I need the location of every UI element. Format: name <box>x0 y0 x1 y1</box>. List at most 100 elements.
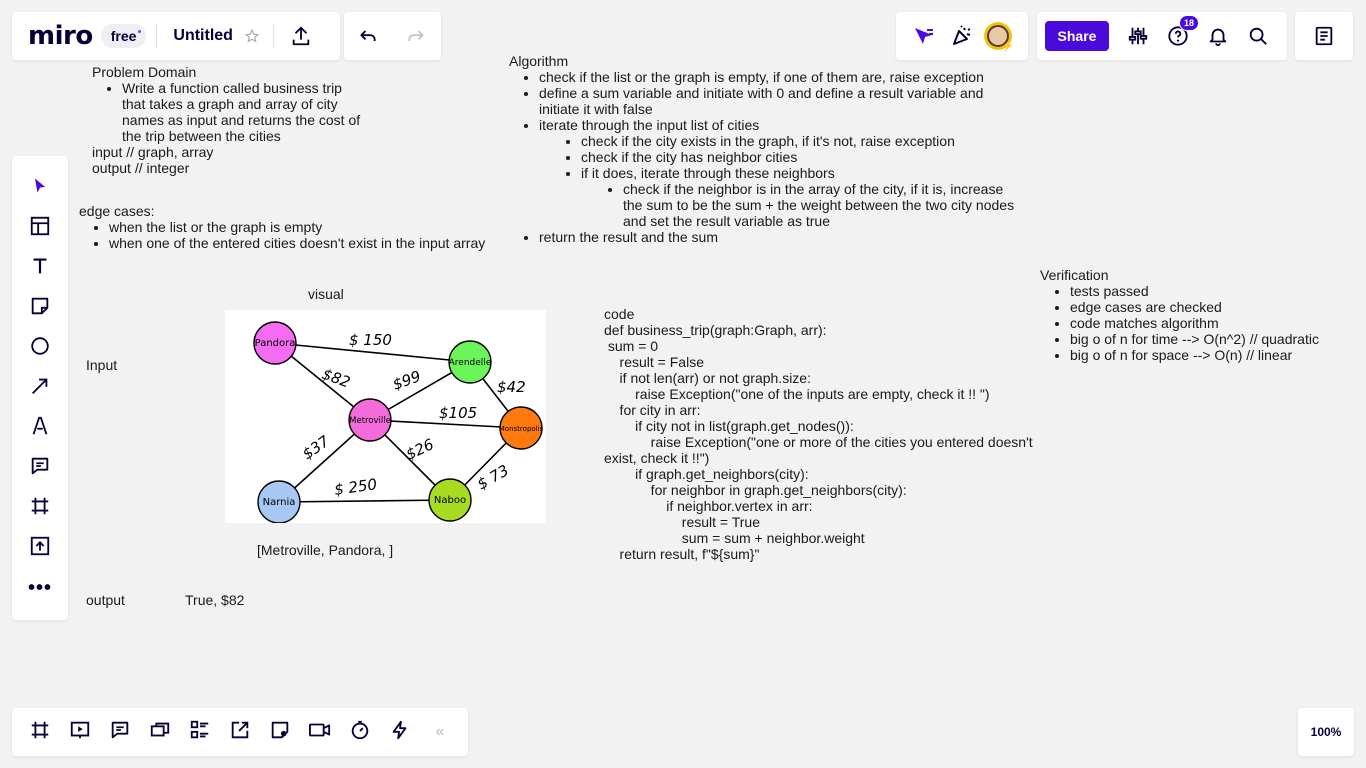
verification-list: tests passed edge cases are checked code… <box>1040 283 1350 363</box>
upload-icon[interactable] <box>290 25 312 47</box>
left-toolbar: ••• <box>12 156 68 620</box>
templates-tool[interactable] <box>20 208 60 248</box>
edge-cases-block[interactable]: edge cases: when the list or the graph i… <box>79 203 509 251</box>
code-line: result = True <box>604 514 760 530</box>
pen-tool[interactable] <box>20 408 60 448</box>
node-label: Naboo <box>434 495 466 506</box>
comment-icon <box>29 455 51 482</box>
template-icon <box>29 215 51 242</box>
undo-icon[interactable] <box>358 26 378 46</box>
board-title[interactable]: Untitled <box>173 27 233 45</box>
edge-label: $26 <box>403 435 437 463</box>
history-panel <box>344 12 441 60</box>
upload-box-icon <box>29 535 51 562</box>
code-line: sum = 0 <box>604 338 659 354</box>
redo-icon[interactable] <box>406 26 426 46</box>
settings-sliders-icon[interactable] <box>1127 25 1149 47</box>
verification-item: big o of n for time --> O(n^2) // quadra… <box>1070 331 1350 347</box>
verification-heading: Verification <box>1040 267 1109 283</box>
code-block[interactable]: code def business_trip(graph:Graph, arr)… <box>604 306 1044 562</box>
verification-item: code matches algorithm <box>1070 315 1350 331</box>
algorithm-block[interactable]: Algorithm check if the list or the graph… <box>509 53 1029 245</box>
share-link-button[interactable] <box>220 712 260 752</box>
pen-icon <box>29 415 51 442</box>
algorithm-step-text: iterate through the input list of cities <box>539 117 760 133</box>
verification-item: tests passed <box>1070 283 1350 299</box>
graph-drawing: $ 150 $82 $99 $42 $105 $37 $26 $ 250 $ 7… <box>253 321 544 524</box>
problem-domain-bullet: Write a function called business trip th… <box>122 80 362 144</box>
verification-item: big o of n for space --> O(n) // linear <box>1070 347 1350 363</box>
code-line: for city in arr: <box>604 402 701 418</box>
algorithm-step: check if the list or the graph is empty,… <box>539 69 1029 85</box>
visual-label[interactable]: visual <box>308 286 344 302</box>
miro-logo[interactable]: miro <box>28 21 93 51</box>
problem-input-line: input // graph, array <box>92 144 214 160</box>
connector-tool[interactable] <box>20 368 60 408</box>
problem-domain-list: Write a function called business trip th… <box>92 80 392 144</box>
comment-tool[interactable] <box>20 448 60 488</box>
edge-case-item: when the list or the graph is empty <box>109 219 509 235</box>
edge-label: $ 150 <box>349 331 392 349</box>
select-tool[interactable] <box>20 168 60 208</box>
sticky-note-tool[interactable] <box>20 288 60 328</box>
celebrate-icon[interactable] <box>950 24 974 48</box>
video-chat-button[interactable] <box>140 712 180 752</box>
edge-cases-list: when the list or the graph is empty when… <box>79 219 509 251</box>
external-link-icon <box>229 719 251 746</box>
frame-icon <box>29 495 51 522</box>
share-button[interactable]: Share <box>1045 21 1109 51</box>
follow-cursor-icon[interactable] <box>912 24 936 48</box>
presentation-button[interactable] <box>60 712 100 752</box>
comments-button[interactable] <box>100 712 140 752</box>
text-tool[interactable] <box>20 248 60 288</box>
algorithm-step: return the result and the sum <box>539 229 1029 245</box>
notification-count-badge: 18 <box>1179 15 1200 31</box>
plan-badge[interactable]: free <box>100 24 147 48</box>
more-tools[interactable]: ••• <box>20 568 60 608</box>
edge-case-item: when one of the entered cities doesn't e… <box>109 235 509 251</box>
collapse-toolbar-button[interactable]: « <box>420 712 460 752</box>
algorithm-subsubstep: check if the neighbor is in the array of… <box>623 181 1018 229</box>
algorithm-heading: Algorithm <box>509 53 569 69</box>
output-value[interactable]: True, $82 <box>185 592 244 608</box>
algorithm-sublist: check if the city exists in the graph, i… <box>539 133 1029 229</box>
user-avatar[interactable]: ⚡ <box>984 22 1014 52</box>
bell-icon[interactable] <box>1207 25 1229 47</box>
verification-block[interactable]: Verification tests passed edge cases are… <box>1040 267 1350 363</box>
code-line: return result, f"${sum}" <box>604 546 760 562</box>
more-icon: ••• <box>27 576 52 599</box>
input-label[interactable]: Input <box>86 357 117 373</box>
timer-button[interactable] <box>340 712 380 752</box>
code-line: def business_trip(graph:Graph, arr): <box>604 322 827 338</box>
notes-icon[interactable] <box>1313 25 1335 47</box>
input-value[interactable]: [Metroville, Pandora, ] <box>257 542 393 558</box>
search-icon[interactable] <box>1247 25 1269 47</box>
upload-tool[interactable] <box>20 528 60 568</box>
edge-label: $ 250 <box>333 475 378 499</box>
shape-tool[interactable] <box>20 328 60 368</box>
kanban-button[interactable] <box>180 712 220 752</box>
presentation-icon <box>69 719 91 746</box>
zoom-level[interactable]: 100% <box>1311 725 1342 739</box>
code-line: result = False <box>604 354 704 370</box>
edge-narnia-naboo <box>278 499 451 503</box>
algorithm-substep: if it does, iterate through these neighb… <box>581 165 1029 229</box>
problem-domain-bullet-text: Write a function called business trip th… <box>122 80 361 144</box>
lightning-icon <box>389 719 411 746</box>
graph-image[interactable]: $ 150 $82 $99 $42 $105 $37 $26 $ 250 $ 7… <box>225 310 546 524</box>
card-button[interactable] <box>260 712 300 752</box>
help-icon[interactable]: 18 <box>1167 15 1200 47</box>
list-icon <box>189 719 211 746</box>
apps-button[interactable] <box>380 712 420 752</box>
frame-tool[interactable] <box>20 488 60 528</box>
board-tools-panel: Share 18 <box>1037 12 1287 60</box>
output-label[interactable]: output <box>86 592 125 608</box>
problem-domain-block[interactable]: Problem Domain Write a function called b… <box>92 64 392 176</box>
share-button-label: Share <box>1057 28 1097 44</box>
code-line: for neighbor in graph.get_neighbors(city… <box>604 482 907 498</box>
algorithm-substep-text: if it does, iterate through these neighb… <box>581 165 835 181</box>
star-icon[interactable] <box>244 29 259 43</box>
frames-button[interactable] <box>20 712 60 752</box>
video-button[interactable] <box>300 712 340 752</box>
node-label: Narnia <box>263 497 296 508</box>
